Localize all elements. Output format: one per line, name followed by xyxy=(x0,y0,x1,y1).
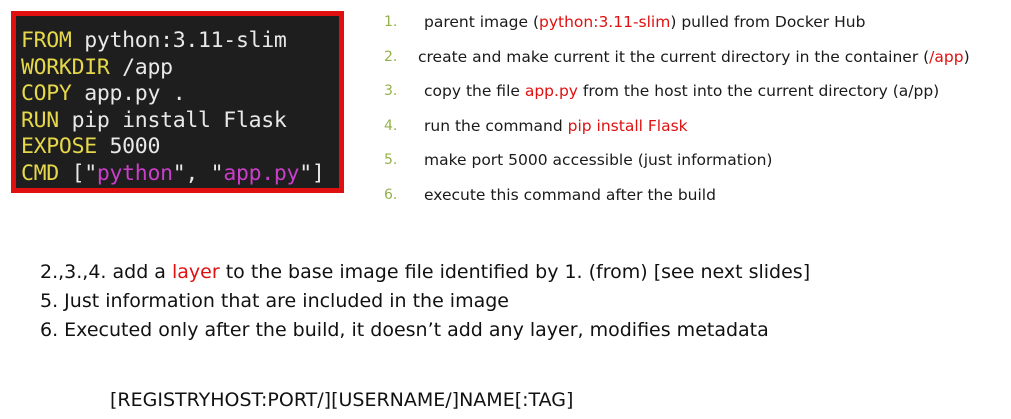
keyword: FROM xyxy=(21,28,72,53)
note-cmd: 6. Executed only after the build, it doe… xyxy=(40,319,769,341)
item-number: 4. xyxy=(384,117,398,134)
item-text: parent image ( xyxy=(424,13,539,31)
code-text: [" xyxy=(58,160,98,186)
code-line: EXPOSE 5000 xyxy=(21,134,160,159)
highlight-text: pip install Flask xyxy=(567,116,688,135)
highlight-text: layer xyxy=(172,261,220,283)
list-item: 4. run the command pip install Flask xyxy=(384,115,970,150)
code-text: "] xyxy=(299,160,325,186)
note-text: to the base image file identified by 1. … xyxy=(219,261,811,283)
item-text: make port 5000 accessible (just informat… xyxy=(424,151,773,169)
keyword: WORKDIR xyxy=(21,54,110,80)
item-text: command xyxy=(485,116,563,135)
item-text: ) xyxy=(963,47,970,66)
item-text: execute this command after the build xyxy=(424,185,716,204)
item-number: 5. xyxy=(384,152,398,168)
code-line: CMD ["python", "app.py"] xyxy=(21,161,325,186)
string-literal: app.py xyxy=(223,160,300,186)
code-line: FROM python:3.11-slim xyxy=(21,28,287,53)
steps-list: 1. parent image (python:3.11-slim) pulled… xyxy=(384,11,970,218)
code-text: python:3.11-slim xyxy=(71,28,287,53)
notes-block: 2.,3.,4. add a layer to the base image f… xyxy=(40,258,810,345)
code-line: RUN pip install Flask xyxy=(21,108,287,133)
item-number: 6. xyxy=(384,186,398,203)
list-item: 6. execute this command after the build xyxy=(384,184,970,219)
code-text: ", " xyxy=(172,160,224,186)
code-text: pip install Flask xyxy=(58,107,287,133)
keyword: COPY xyxy=(21,81,72,107)
code-text: app.py . xyxy=(71,81,186,107)
highlight-text: /app xyxy=(929,47,964,66)
item-text: create and make current it the current d… xyxy=(418,47,930,66)
item-number: 3. xyxy=(384,83,398,99)
list-item: 1. parent image (python:3.11-slim) pulled… xyxy=(384,11,970,46)
list-item: 2. create and make current it the current… xyxy=(384,46,970,81)
code-line: WORKDIR /app xyxy=(21,55,173,80)
item-text: ) pulled from Docker Hub xyxy=(670,13,866,31)
item-text: run the xyxy=(424,116,486,135)
keyword: EXPOSE xyxy=(21,134,97,160)
code-text: 5000 xyxy=(96,134,161,160)
note-text: 2.,3.,4. add a xyxy=(40,261,172,283)
keyword: CMD xyxy=(21,160,59,186)
item-text: copy the file xyxy=(424,82,525,100)
string-literal: python xyxy=(96,160,173,186)
list-item: 5. make port 5000 accessible (just inform… xyxy=(384,149,970,184)
list-item: 3. copy the file app.py from the host int… xyxy=(384,80,970,115)
item-text: from the host into the current directory… xyxy=(577,82,940,100)
code-text: /app xyxy=(109,54,173,80)
note-expose: 5. Just information that are included in… xyxy=(40,290,509,312)
image-name-format: [REGISTRYHOST:PORT/][USERNAME/]NAME[:TAG… xyxy=(110,389,574,411)
dockerfile-code: FROM python:3.11-slim WORKDIR /app COPY … xyxy=(21,28,325,188)
dockerfile-code-box: FROM python:3.11-slim WORKDIR /app COPY … xyxy=(11,11,344,193)
highlight-text: app.py xyxy=(524,82,578,100)
item-number: 1. xyxy=(384,14,398,30)
keyword: RUN xyxy=(21,107,59,133)
item-number: 2. xyxy=(384,48,398,65)
code-line: COPY app.py . xyxy=(21,81,186,107)
highlight-text: python:3.11-slim xyxy=(539,13,671,31)
note-layers: 2.,3.,4. add a layer to the base image f… xyxy=(40,258,810,287)
